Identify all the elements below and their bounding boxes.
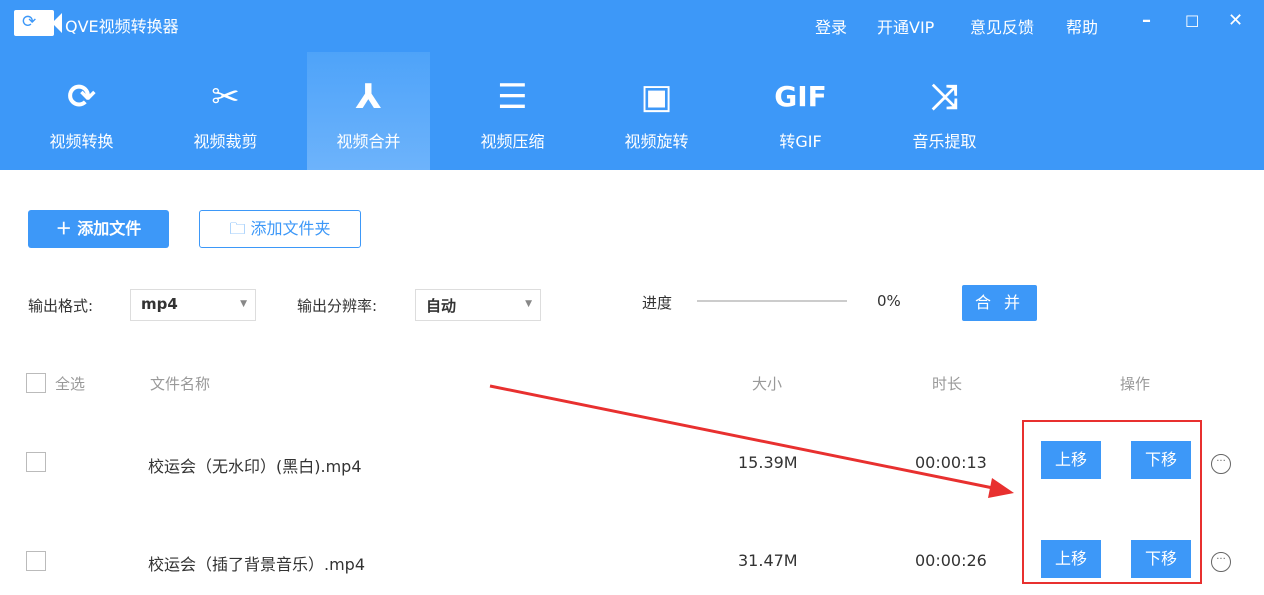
annotation-arrow-icon (489, 384, 1014, 498)
